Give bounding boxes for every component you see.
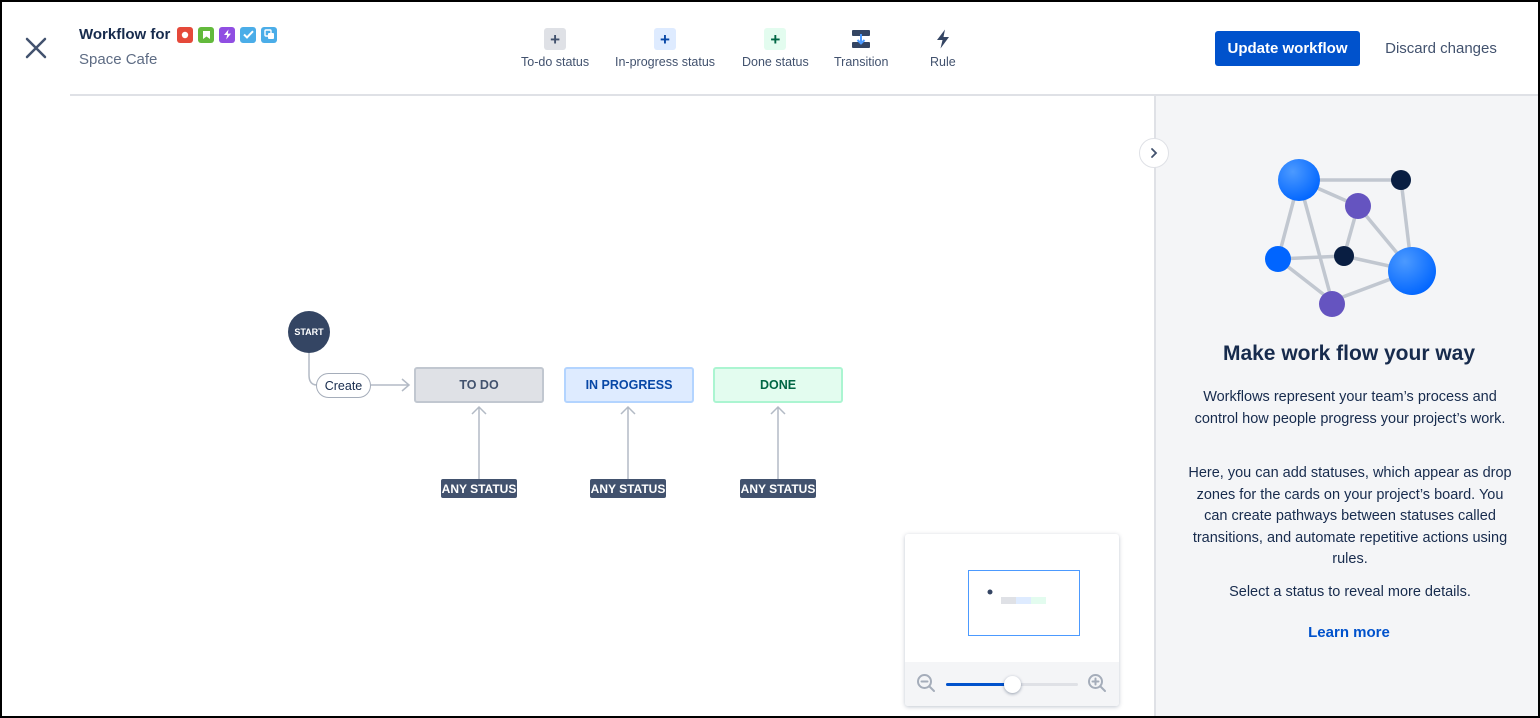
learn-more-link[interactable]: Learn more	[1156, 624, 1540, 641]
panel-paragraph: Workflows represent your team’s process …	[1194, 389, 1506, 427]
add-transition-button[interactable]: Transition	[834, 28, 888, 69]
page-title: Workflow for	[79, 26, 171, 43]
zoom-in-button[interactable]	[1087, 673, 1107, 693]
network-illustration	[1265, 159, 1436, 317]
zoom-out-button[interactable]	[916, 673, 936, 693]
discard-changes-button[interactable]: Discard changes	[1372, 31, 1510, 66]
any-status-transition-done[interactable]: ANY STATUS	[740, 479, 816, 498]
workflow-header: Workflow for Space Cafe	[79, 26, 278, 68]
add-inprogress-status-button[interactable]: + In-progress status	[615, 28, 715, 69]
collapse-panel-button[interactable]	[1139, 138, 1169, 168]
add-todo-status-button[interactable]: + To-do status	[521, 28, 589, 69]
subtask-icon	[261, 26, 278, 43]
chevron-right-icon	[1151, 148, 1158, 158]
status-done[interactable]: DONE	[713, 367, 843, 403]
project-name: Space Cafe	[79, 51, 158, 68]
any-status-transition-in-progress[interactable]: ANY STATUS	[590, 479, 666, 498]
close-icon	[25, 37, 47, 59]
plus-icon: +	[654, 28, 677, 50]
minimap	[905, 534, 1119, 706]
zoom-controls	[905, 662, 1119, 706]
zoom-slider-thumb[interactable]	[1003, 676, 1021, 693]
panel-title: Make work flow your way	[1222, 342, 1476, 365]
epic-icon	[219, 26, 236, 43]
done-status-label: Done status	[742, 55, 809, 69]
todo-status-label: To-do status	[521, 55, 590, 69]
add-done-status-button[interactable]: + Done status	[742, 28, 809, 69]
any-status-transition-todo[interactable]: ANY STATUS	[441, 479, 517, 498]
zoom-out-icon	[917, 674, 935, 692]
story-icon	[198, 26, 215, 43]
transition-label: Transition	[834, 55, 889, 69]
info-panel: Make work flow your way Workflows repres…	[1154, 96, 1540, 718]
create-transition[interactable]: Create	[316, 373, 371, 398]
panel-paragraph: Select a status to reveal more details.	[1229, 584, 1471, 600]
plus-icon: +	[764, 28, 787, 50]
close-button[interactable]	[20, 32, 52, 64]
inprogress-status-label: In-progress status	[615, 55, 716, 69]
status-todo[interactable]: TO DO	[414, 367, 544, 403]
lightning-icon	[932, 28, 954, 50]
task-icon	[240, 26, 257, 43]
transition-icon	[850, 28, 872, 50]
minimap-viewport[interactable]	[968, 570, 1080, 636]
start-node: START	[288, 311, 330, 353]
zoom-slider[interactable]	[946, 676, 1078, 693]
plus-icon: +	[544, 28, 567, 50]
zoom-in-icon	[1088, 674, 1106, 692]
status-in-progress[interactable]: IN PROGRESS	[564, 367, 694, 403]
zoom-slider-fill	[946, 683, 1012, 686]
panel-paragraph: Here, you can add statuses, which appear…	[1188, 465, 1512, 567]
rule-label: Rule	[930, 55, 956, 69]
update-workflow-button[interactable]: Update workflow	[1215, 31, 1360, 66]
add-rule-button[interactable]: Rule	[930, 28, 956, 69]
minimap-preview	[987, 589, 1046, 604]
bug-icon	[177, 26, 194, 43]
